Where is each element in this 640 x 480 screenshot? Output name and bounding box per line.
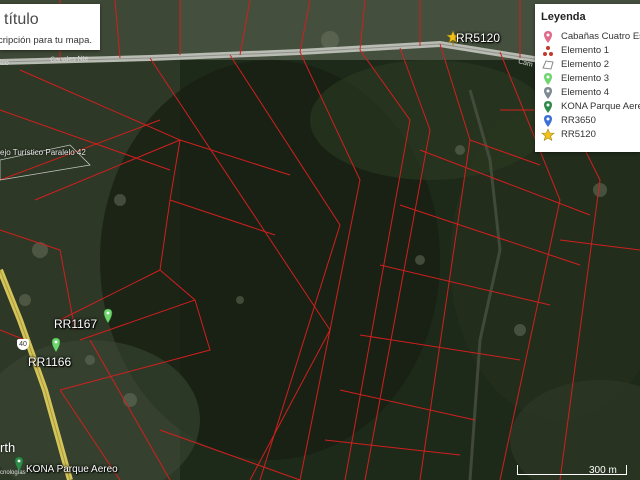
legend-item-label: Elemento 4 [561, 87, 610, 98]
legend-title: Leyenda [541, 11, 586, 23]
gray-pin-icon [544, 87, 552, 99]
map-title: título [4, 11, 39, 28]
pink-pin-icon [544, 31, 552, 43]
green-pin-icon[interactable] [51, 337, 61, 353]
marker-label: RR1167 [54, 317, 98, 331]
legend-item-label: KONA Parque Aereo [561, 101, 640, 112]
green-pin-icon [544, 73, 552, 85]
place-label: ejo Turístico Paralelo 42 [0, 148, 86, 157]
legend-item-label: Elemento 3 [561, 73, 610, 84]
legend-item-label: RR5120 [561, 129, 596, 140]
map-title-card[interactable]: título cripción para tu mapa. [0, 4, 100, 50]
red-dots-icon [543, 46, 553, 56]
white-polygon-icon [542, 60, 554, 70]
dark-green-pin-icon [544, 101, 552, 113]
legend-item[interactable]: Elemento 3 [535, 72, 640, 86]
legend-item[interactable]: KONA Parque Aereo [535, 100, 640, 114]
map-description: cripción para tu mapa. [0, 35, 92, 46]
marker-label: RR1166 [28, 355, 72, 369]
legend-item-label: Elemento 2 [561, 59, 610, 70]
legend-item-label: Elemento 1 [561, 45, 610, 56]
yellow-star-pin-icon [541, 128, 555, 142]
marker-label: RR5120 [456, 31, 501, 45]
blue-pin-icon [544, 115, 552, 127]
attribution-text: cnologías [0, 470, 26, 476]
legend-item[interactable]: Cabañas Cuatro Es [535, 30, 640, 44]
legend-item[interactable]: Elemento 4 [535, 86, 640, 100]
marker-label: KONA Parque Aereo [26, 464, 118, 475]
legend-item[interactable]: RR3650 [535, 114, 640, 128]
legend-item-label: Cabañas Cuatro Es [561, 31, 640, 42]
legend-item[interactable]: RR5120 [535, 128, 640, 142]
legend-panel[interactable]: Leyenda Cabañas Cuatro Es Elemento 1 Ele… [535, 4, 640, 152]
scale-bar: 300 m [517, 465, 637, 477]
legend-item[interactable]: Elemento 2 [535, 58, 640, 72]
scale-label: 300 m [589, 465, 617, 476]
brand-logo: rth [0, 440, 16, 455]
legend-item-label: RR3650 [561, 115, 596, 126]
road-label: Canales Nte [49, 55, 89, 64]
legend-item[interactable]: Elemento 1 [535, 44, 640, 58]
road-label: ico [0, 60, 9, 67]
green-pin-icon[interactable] [103, 308, 113, 324]
